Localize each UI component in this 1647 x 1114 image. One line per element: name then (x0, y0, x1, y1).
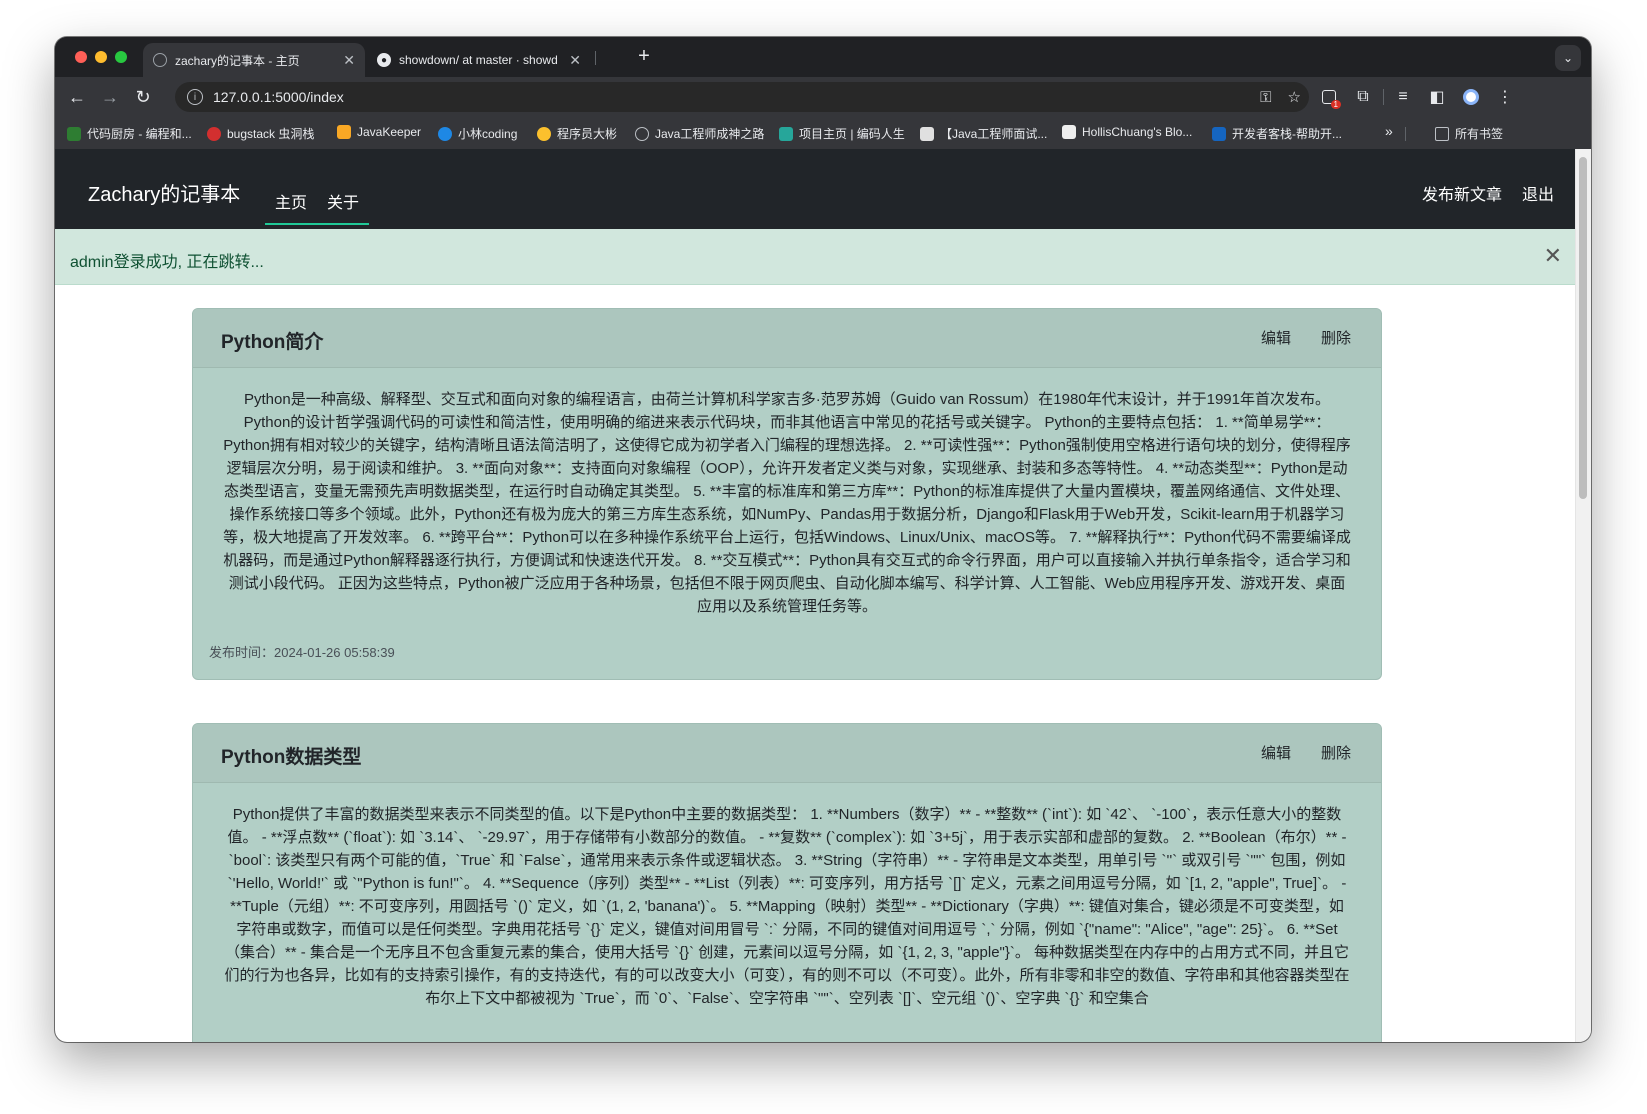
nav-home-link[interactable]: 主页 (275, 189, 307, 213)
tab-strip: zachary的记事本 - 主页 ✕ ● showdown/ at master… (55, 37, 1591, 77)
back-button[interactable]: ← (65, 85, 89, 109)
post-card: Python简介 编辑 删除 Python是一种高级、解释型、交互式和面向对象的… (192, 308, 1382, 680)
forward-button[interactable]: → (98, 85, 122, 109)
browser-menu-icon[interactable]: ⋮ (1493, 85, 1517, 109)
tab-search-button[interactable]: ⌄ (1555, 45, 1581, 71)
post-timestamp: 发布时间：2024-01-26 05:58:39 (209, 645, 395, 660)
bookmarks-bar: 代码厨房 - 编程和... bugstack 虫洞栈 JavaKeeper 小林… (55, 117, 1591, 149)
password-key-icon[interactable]: ⚿ (1260, 89, 1271, 106)
tab-title: zachary的记事本 - 主页 (175, 53, 300, 68)
edit-post-button[interactable]: 编辑 (1261, 327, 1291, 348)
close-window-button[interactable] (75, 51, 87, 63)
site-nav: 主页 关于 (265, 189, 370, 225)
delete-post-button[interactable]: 删除 (1321, 742, 1351, 763)
bookmark-item[interactable]: 【Java工程师面试... (920, 125, 1047, 142)
new-tab-button[interactable]: + (631, 45, 657, 68)
bookmark-item[interactable]: 程序员大彬 (537, 125, 617, 142)
page-viewport: Zachary的记事本 主页 关于 发布新文章 退出 admin登录成功, 正在… (55, 149, 1591, 1042)
edit-post-button[interactable]: 编辑 (1261, 742, 1291, 763)
globe-icon (635, 126, 649, 141)
post-title: Python简介 (221, 332, 324, 353)
tab-zachary-notebook[interactable]: zachary的记事本 - 主页 ✕ (143, 43, 365, 77)
navbar-actions: 发布新文章 退出 (1422, 181, 1554, 205)
bookmarks-overflow-button[interactable]: » (1385, 123, 1393, 139)
site-info-icon[interactable]: i (187, 89, 203, 105)
reading-list-icon[interactable]: ≡ (1391, 85, 1415, 109)
tab-divider (595, 51, 596, 65)
browser-toolbar: ← → ↻ i 127.0.0.1:5000/index ⚿ ☆ 1 ⧉ ≡ ◧… (55, 77, 1591, 117)
address-bar[interactable]: i 127.0.0.1:5000/index ⚿ ☆ (175, 82, 1309, 112)
bookmark-item[interactable]: bugstack 虫洞栈 (207, 125, 314, 142)
bookmark-favicon-icon (779, 126, 793, 141)
success-alert: admin登录成功, 正在跳转... ✕ (55, 229, 1576, 285)
page-scrollbar[interactable] (1575, 149, 1591, 1042)
github-icon: ● (377, 53, 391, 67)
bookmark-item[interactable]: 开发者客栈-帮助开... (1212, 125, 1342, 142)
site-brand[interactable]: Zachary的记事本 (88, 178, 240, 207)
bookmark-item[interactable]: JavaKeeper (337, 125, 421, 139)
close-tab-icon[interactable]: ✕ (569, 52, 581, 69)
window-controls (75, 51, 127, 63)
nav-about-link[interactable]: 关于 (327, 189, 359, 213)
omnibox-actions: ⚿ ☆ (1260, 82, 1301, 112)
bookmark-favicon-icon (1212, 126, 1226, 141)
post-actions: 编辑 删除 (1261, 327, 1351, 348)
bookmark-favicon-icon (337, 125, 351, 139)
extension-icon[interactable]: 1 (1317, 85, 1341, 109)
bookmark-star-icon[interactable]: ☆ (1288, 88, 1301, 106)
post-card: Python数据类型 编辑 删除 Python提供了丰富的数据类型来表示不同类型… (192, 723, 1382, 1042)
alert-message: admin登录成功, 正在跳转... (70, 254, 264, 271)
bookmark-favicon-icon (438, 126, 452, 141)
post-content: Python提供了丰富的数据类型来表示不同类型的值。以下是Python中主要的数… (224, 806, 1350, 1007)
side-panel-icon[interactable]: ◧ (1425, 85, 1449, 109)
scrollbar-thumb[interactable] (1579, 157, 1587, 499)
bookmark-favicon-icon (1062, 125, 1076, 139)
bookmark-favicon-icon (67, 126, 81, 141)
browser-window: zachary的记事本 - 主页 ✕ ● showdown/ at master… (55, 37, 1591, 1042)
chevron-down-icon: ⌄ (1562, 51, 1574, 65)
bookmark-item[interactable]: 项目主页 | 编码人生 (779, 125, 905, 142)
post-title: Python数据类型 (221, 747, 362, 768)
tab-showdown[interactable]: ● showdown/ at master · showd ✕ (367, 43, 591, 77)
post-header: Python数据类型 编辑 删除 (193, 724, 1381, 783)
puzzle-extensions-icon[interactable]: ⧉ (1351, 85, 1375, 109)
bookmark-favicon-icon (920, 126, 934, 141)
new-post-link[interactable]: 发布新文章 (1422, 181, 1502, 205)
site-navbar: Zachary的记事本 主页 关于 发布新文章 退出 (55, 149, 1576, 229)
zoom-window-button[interactable] (115, 51, 127, 63)
url-text: 127.0.0.1:5000/index (213, 89, 344, 105)
all-bookmarks-folder[interactable]: 所有书签 (1435, 125, 1503, 142)
minimize-window-button[interactable] (95, 51, 107, 63)
profile-avatar-icon[interactable] (1459, 85, 1483, 109)
bookmark-item[interactable]: 代码厨房 - 编程和... (67, 125, 192, 142)
delete-post-button[interactable]: 删除 (1321, 327, 1351, 348)
close-icon[interactable]: ✕ (1544, 243, 1562, 269)
logout-link[interactable]: 退出 (1522, 181, 1554, 205)
bookmark-favicon-icon (537, 126, 551, 141)
bookmarks-divider (1405, 127, 1406, 141)
bookmark-favicon-icon (207, 126, 221, 141)
bookmark-item[interactable]: HollisChuang's Blo... (1062, 125, 1192, 139)
globe-icon (153, 53, 167, 67)
reload-button[interactable]: ↻ (131, 85, 155, 109)
post-content: Python是一种高级、解释型、交互式和面向对象的编程语言，由荷兰计算机科学家吉… (223, 391, 1351, 615)
post-header: Python简介 编辑 删除 (193, 309, 1381, 368)
toolbar-divider (1383, 89, 1384, 105)
extension-badge: 1 (1330, 100, 1341, 109)
close-tab-icon[interactable]: ✕ (343, 52, 355, 69)
tab-title: showdown/ at master · showd (399, 53, 558, 67)
folder-icon (1435, 126, 1449, 141)
bookmark-item[interactable]: 小林coding (438, 125, 517, 142)
bookmark-item[interactable]: Java工程师成神之路 (635, 125, 764, 142)
post-actions: 编辑 删除 (1261, 742, 1351, 763)
